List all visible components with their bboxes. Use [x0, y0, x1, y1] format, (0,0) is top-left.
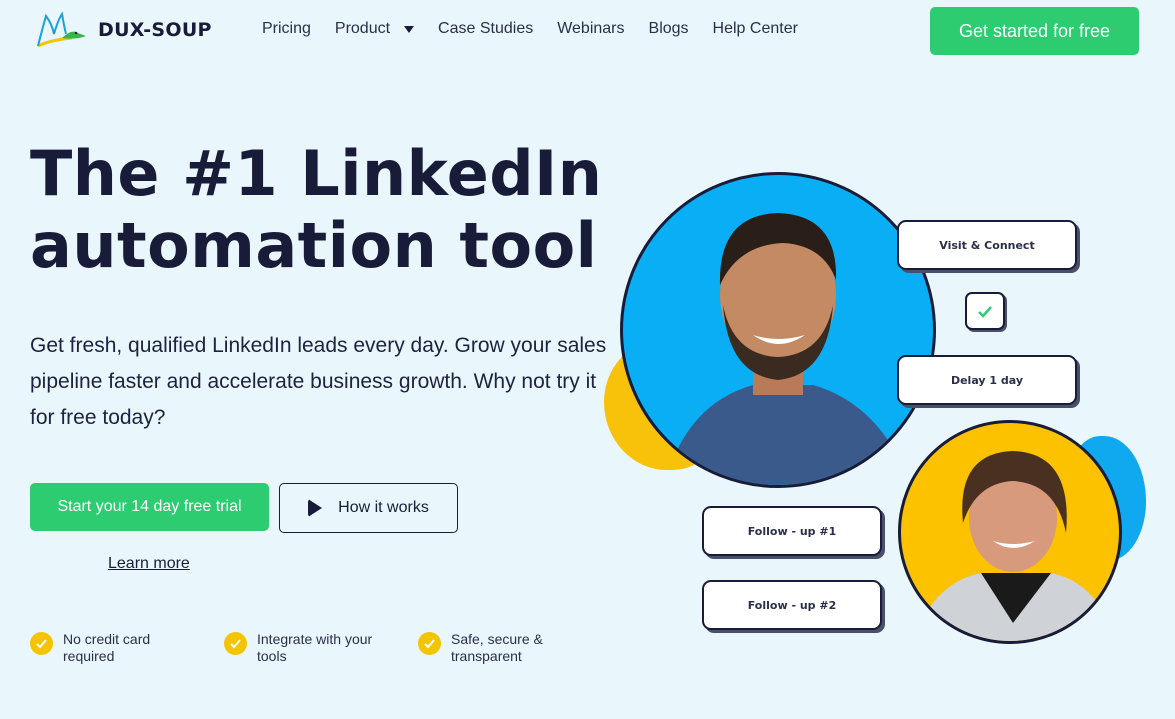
- how-it-works-label: How it works: [338, 499, 429, 516]
- feature-item: Safe, secure & transparent: [418, 631, 612, 665]
- green-check-icon: [978, 305, 992, 318]
- feature-label: Safe, secure & transparent: [451, 631, 543, 664]
- get-started-button[interactable]: Get started for free: [930, 7, 1139, 55]
- learn-more-link[interactable]: Learn more: [108, 555, 190, 573]
- hero-headline: The #1 LinkedIn automation tool: [30, 138, 602, 282]
- check-icon: [30, 632, 53, 655]
- nav-webinars[interactable]: Webinars: [557, 20, 624, 38]
- main-nav: Pricing Product Case Studies Webinars Bl…: [262, 20, 798, 38]
- brand-logo[interactable]: DUX-SOUP: [32, 10, 212, 50]
- feature-label: No credit card required: [63, 631, 151, 664]
- step-check: [965, 292, 1005, 330]
- feature-item: No credit card required: [30, 631, 224, 665]
- headline-line-1: The #1 LinkedIn: [30, 137, 603, 210]
- brand-name: DUX-SOUP: [98, 19, 212, 41]
- nav-webinars-label: Webinars: [557, 20, 625, 37]
- how-it-works-button[interactable]: How it works: [279, 483, 458, 533]
- nav-pricing-label: Pricing: [262, 20, 311, 37]
- nav-help-center-label: Help Center: [712, 20, 798, 37]
- start-trial-button[interactable]: Start your 14 day free trial: [30, 483, 269, 531]
- man-portrait-icon: [664, 213, 911, 485]
- play-icon: [308, 499, 323, 517]
- avatar-man: [620, 172, 936, 488]
- check-icon: [418, 632, 441, 655]
- nav-case-studies[interactable]: Case Studies: [438, 20, 533, 38]
- nav-blogs[interactable]: Blogs: [649, 20, 689, 38]
- hero-illustration: Visit & Connect Delay 1 day Follow - up …: [596, 150, 1175, 660]
- step-followup-2: Follow - up #2: [702, 580, 882, 630]
- avatar-woman: [898, 420, 1122, 644]
- feature-label: Integrate with your tools: [257, 631, 373, 664]
- step-followup-1: Follow - up #1: [702, 506, 882, 556]
- duck-logo-icon: [37, 11, 86, 48]
- step-delay: Delay 1 day: [897, 355, 1077, 405]
- woman-portrait-icon: [913, 451, 1115, 641]
- nav-blogs-label: Blogs: [648, 20, 689, 37]
- nav-case-studies-label: Case Studies: [438, 20, 534, 37]
- chevron-down-icon: [404, 25, 415, 33]
- nav-product[interactable]: Product: [334, 20, 415, 38]
- feature-list: No credit card required Integrate with y…: [30, 631, 612, 665]
- nav-pricing[interactable]: Pricing: [262, 20, 311, 38]
- site-header: DUX-SOUP Pricing Product Case Studies We…: [0, 0, 1175, 62]
- step-visit-connect: Visit & Connect: [897, 220, 1077, 270]
- check-icon: [224, 632, 247, 655]
- headline-line-2: automation tool: [30, 209, 598, 282]
- nav-product-label: Product: [334, 20, 391, 37]
- hero-subtitle: Get fresh, qualified LinkedIn leads ever…: [30, 334, 607, 429]
- feature-item: Integrate with your tools: [224, 631, 418, 665]
- nav-help-center[interactable]: Help Center: [713, 20, 798, 38]
